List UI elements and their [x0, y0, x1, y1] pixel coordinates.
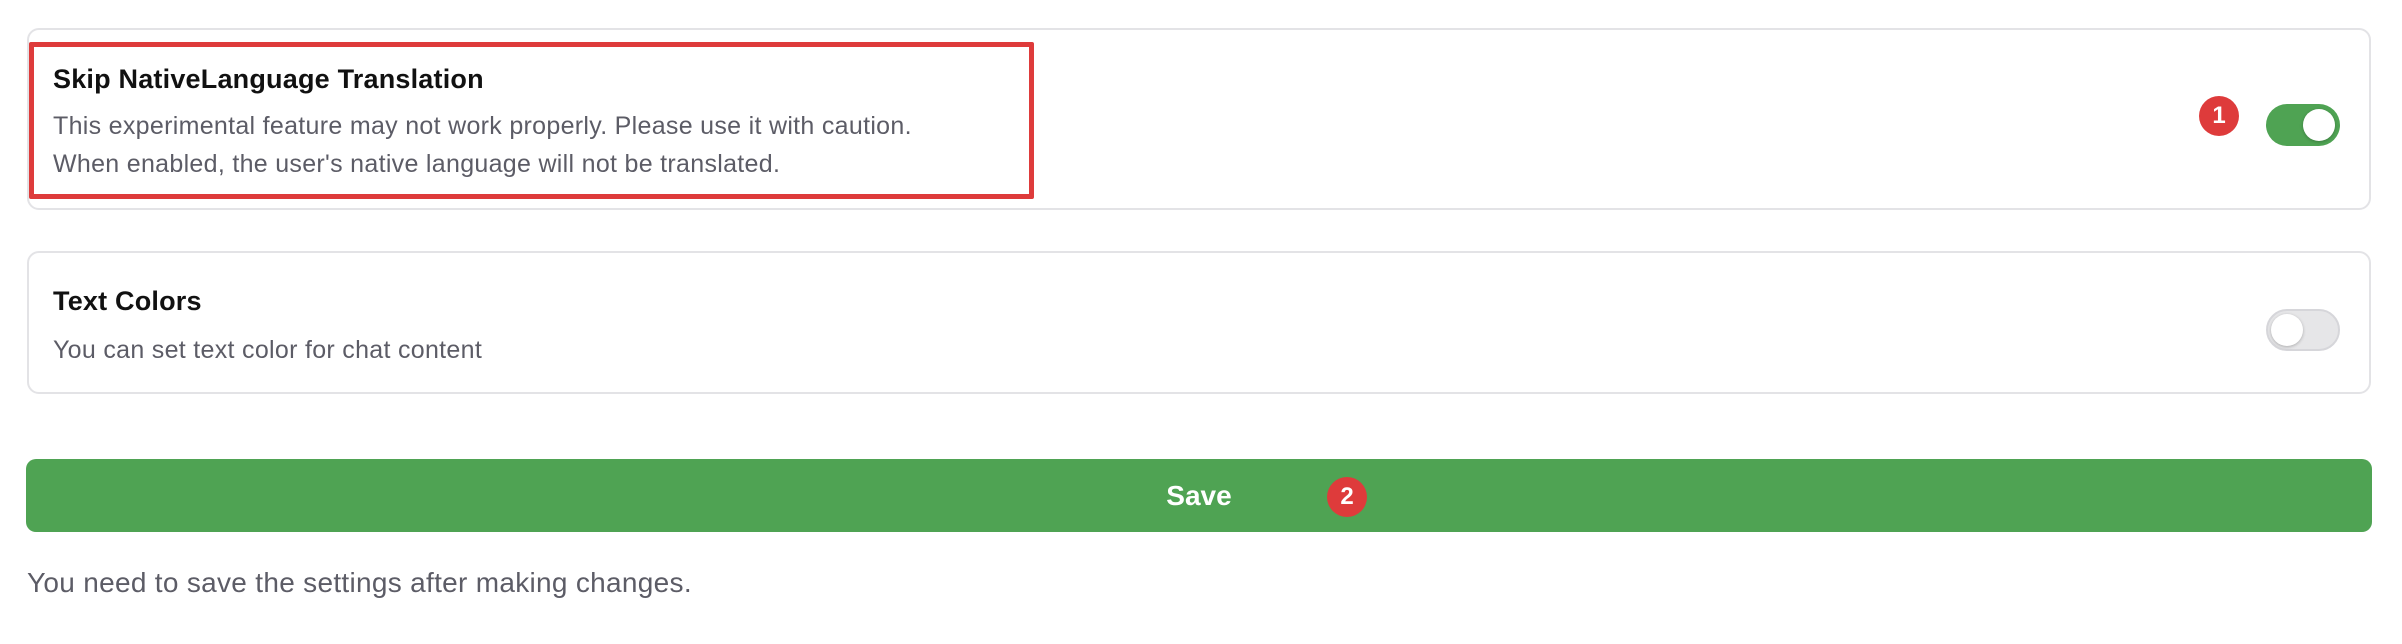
text-colors-description: You can set text color for chat content: [53, 336, 483, 364]
text-colors-title: Text Colors: [53, 286, 202, 316]
toggle-knob: [2271, 314, 2303, 346]
highlight-annotation-box: [29, 42, 1034, 199]
skip-native-language-toggle[interactable]: [2266, 104, 2340, 146]
save-button[interactable]: Save: [26, 459, 2372, 532]
save-reminder-note: You need to save the settings after maki…: [27, 567, 692, 598]
text-colors-toggle[interactable]: [2266, 309, 2340, 351]
annotation-badge-1: 1: [2199, 96, 2239, 136]
annotation-badge-2: 2: [1327, 477, 1367, 517]
toggle-knob: [2303, 109, 2335, 141]
text-colors-setting-card: Text Colors You can set text color for c…: [27, 251, 2371, 394]
